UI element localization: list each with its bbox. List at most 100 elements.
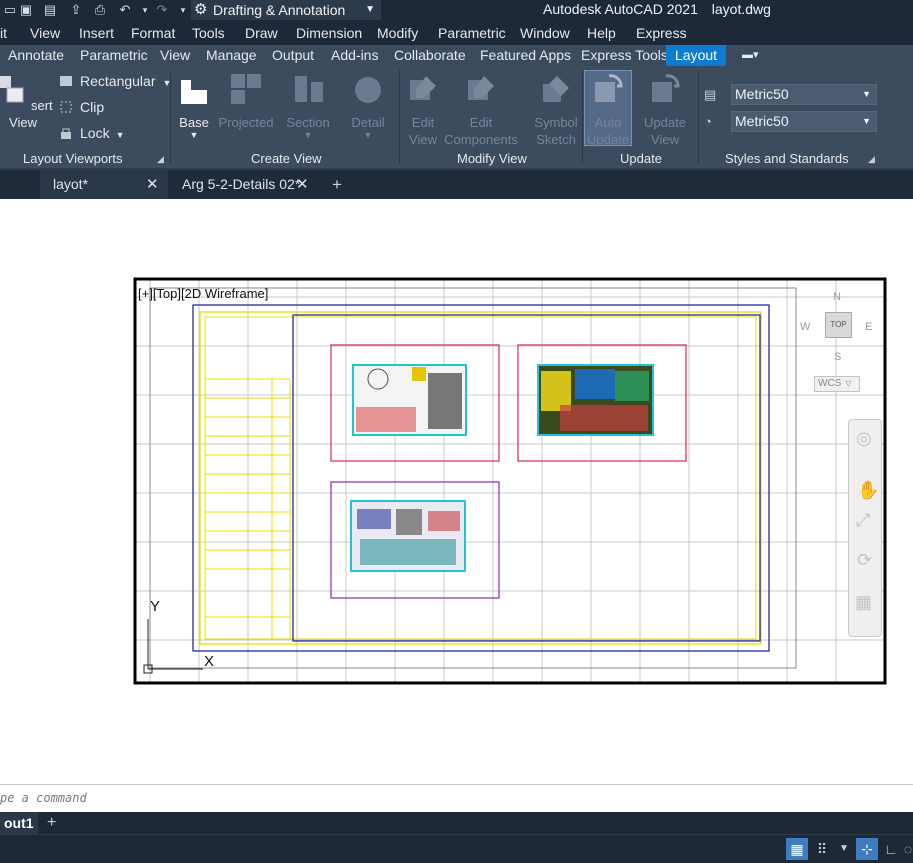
file-name: layot.dwg [711,1,771,17]
viewcube[interactable]: N W E S TOP [800,291,880,371]
tab-featured-apps[interactable]: Featured Apps [480,47,571,63]
open-icon[interactable]: ⇪ [68,2,84,18]
menu-dimension[interactable]: Dimension [296,25,362,41]
snap-dropdown-icon[interactable]: ▼ [833,838,855,860]
tab-view[interactable]: View [160,47,190,63]
panel-launcher-icon[interactable]: ◢ [157,154,164,165]
tab-express-tools[interactable]: Express Tools [581,47,668,63]
tab-annotate[interactable]: Annotate [8,47,64,63]
doc-tab-arg-details[interactable]: Arg 5-2-Details 02* ✕ [170,170,320,199]
insert-view-button[interactable]: sert View [0,72,54,131]
floor-plan-3 [350,500,466,572]
viewcube-top-face[interactable]: TOP [825,312,852,338]
layout-tab-bar: out1 + [0,812,913,834]
orbit-icon[interactable]: ⟳ [857,550,872,571]
compass-east[interactable]: E [865,321,872,333]
clip-button[interactable]: Clip [58,99,104,115]
panel-launcher-icon[interactable]: ◢ [868,154,875,165]
workspace-label: Drafting & Annotation [213,2,346,18]
projected-button[interactable]: Projected [214,72,278,131]
panel-divider [582,70,583,164]
tab-manage[interactable]: Manage [206,47,257,63]
layout-tab-active[interactable]: out1 [0,812,38,834]
menu-help[interactable]: Help [587,25,616,41]
tab-collaborate[interactable]: Collaborate [394,47,466,63]
ribbon-tab-bar: Annotate Parametric View Manage Output A… [0,45,913,66]
qat-dropdown-icon[interactable]: ▾ [175,2,191,18]
base-view-icon [181,80,207,104]
rectangular-button[interactable]: Rectangular ▼ [58,73,171,89]
panel-title-modify-view: Modify View [457,151,527,166]
tab-parametric[interactable]: Parametric [80,47,148,63]
symbol-sketch-icon [543,76,569,102]
ortho-toggle-icon[interactable]: ⊹ [856,838,878,860]
grid-toggle-icon[interactable]: ▦ [786,838,808,860]
menu-modify[interactable]: Modify [377,25,418,41]
compass-north[interactable]: N [833,291,841,303]
auto-update-button[interactable]: Auto Update [584,72,632,148]
doc-tab-layot[interactable]: layot* ✕ [40,170,168,199]
save-as-icon[interactable]: ▤ [42,2,58,18]
tab-layout[interactable]: Layout [666,45,727,66]
floor-plan-2 [537,364,654,436]
redo-icon[interactable]: ↷ [154,2,170,18]
lock-button[interactable]: Lock ▼ [58,125,125,141]
detail-label: Detail [351,115,385,130]
undo-icon[interactable]: ↶ [117,2,133,18]
menu-window[interactable]: Window [520,25,570,41]
style-dropdown-1[interactable]: Metric50 ▼ [731,84,877,105]
close-icon[interactable]: ✕ [296,170,309,199]
symbol-sketch-button[interactable]: Symbol Sketch [530,72,582,148]
tab-output[interactable]: Output [272,47,314,63]
compass-west[interactable]: W [800,321,810,333]
wcs-menu[interactable]: WCS ▽ [814,376,860,392]
gear-icon: ⚙ [194,1,208,18]
menu-tools[interactable]: Tools [192,25,225,41]
menu-view[interactable]: View [30,25,60,41]
ribbon-panel: sert View Rectangular ▼ Clip Lock ▼ Layout… [0,66,913,168]
update-view-label-2: View [651,132,679,147]
save-icon[interactable]: ▣ [18,2,34,18]
compass-south[interactable]: S [834,351,841,363]
drawing-area[interactable]: [+][Top][2D Wireframe] Y X N W E S TOP W… [0,199,913,783]
menu-parametric[interactable]: Parametric [438,25,506,41]
undo-dropdown-icon[interactable]: ▾ [137,2,153,18]
close-icon[interactable]: ✕ [146,170,159,199]
command-prompt[interactable]: pe a command [0,791,87,805]
ucs-y-label: Y [150,598,161,615]
tab-add-ins[interactable]: Add-ins [331,47,378,63]
menu-edit[interactable]: it [0,25,7,41]
update-view-button[interactable]: Update View [638,72,692,148]
menu-express[interactable]: Express [636,25,687,41]
update-view-label-1: Update [644,115,686,130]
steering-wheel-icon[interactable]: ◎ [856,428,872,449]
edit-view-button[interactable]: Edit View [400,72,446,148]
plot-icon[interactable]: ⎙ [92,2,108,18]
projected-label: Projected [218,115,274,130]
menu-format[interactable]: Format [131,25,175,41]
new-tab-icon[interactable]: + [332,170,342,199]
infer-constraints-icon[interactable]: ∟ [880,838,902,860]
viewport-label[interactable]: [+][Top][2D Wireframe] [138,286,268,301]
workspace-selector[interactable]: ⚙ Drafting & Annotation ▼ [191,0,381,20]
chevron-down-icon: ▼ [365,4,375,15]
showmotion-icon[interactable]: ▦ [855,592,872,613]
polar-tracking-icon[interactable]: ◌ [903,838,913,860]
ribbon-minimize-icon[interactable]: ▬▾ [742,48,759,61]
clip-label: Clip [80,99,105,115]
style-dropdown-2[interactable]: Metric50 ▼ [731,111,877,132]
add-layout-icon[interactable]: + [47,812,56,834]
edit-components-button[interactable]: Edit Components [444,72,518,148]
section-button[interactable]: Section ▼ [282,72,334,140]
pan-icon[interactable]: ✋ [857,480,879,501]
zoom-extents-icon[interactable]: ⤢ [856,510,870,531]
command-line[interactable]: pe a command [0,784,913,812]
base-button[interactable]: Base ▼ [172,72,216,140]
grid-lines [135,279,885,683]
snap-toggle-icon[interactable]: ⠿ [811,838,833,860]
rectangular-label: Rectangular [80,73,156,89]
detail-button[interactable]: Detail ▼ [344,72,392,140]
menu-insert[interactable]: Insert [79,25,114,41]
menu-draw[interactable]: Draw [245,25,278,41]
new-icon[interactable]: ▭ [2,2,18,18]
